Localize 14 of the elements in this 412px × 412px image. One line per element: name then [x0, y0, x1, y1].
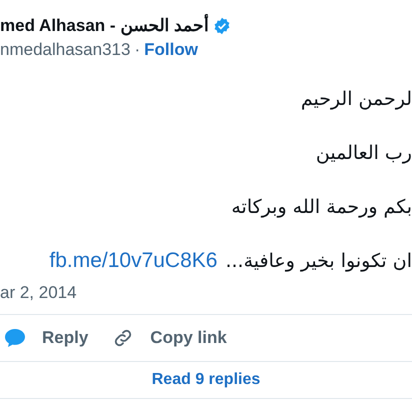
copy-link-button[interactable]: Copy link [112, 325, 227, 351]
separator-dot: · [134, 39, 140, 62]
reply-button[interactable]: Reply [4, 325, 88, 351]
follow-link[interactable]: Follow [144, 37, 198, 63]
tweet-date: ar 2, 2014 [0, 282, 77, 304]
tweet-link[interactable]: fb.me/10v7uC8K6 [49, 245, 218, 277]
author-handle: nmedalhasan313 [0, 39, 130, 62]
read-replies-button[interactable]: Read 9 replies [152, 368, 260, 392]
tweet-text-line: بكم ورحمة الله وبركاته [231, 194, 412, 220]
tweet-text-line: لرحمن الرحيم [300, 86, 412, 112]
tweet-text-line: ان تكونوا بخير وعافية... [225, 248, 412, 274]
tweet-text-line: رب العالمين [316, 140, 412, 166]
speech-bubble-icon [4, 328, 26, 348]
author-name: med Alhasan - أحمد الحسن [0, 13, 210, 38]
